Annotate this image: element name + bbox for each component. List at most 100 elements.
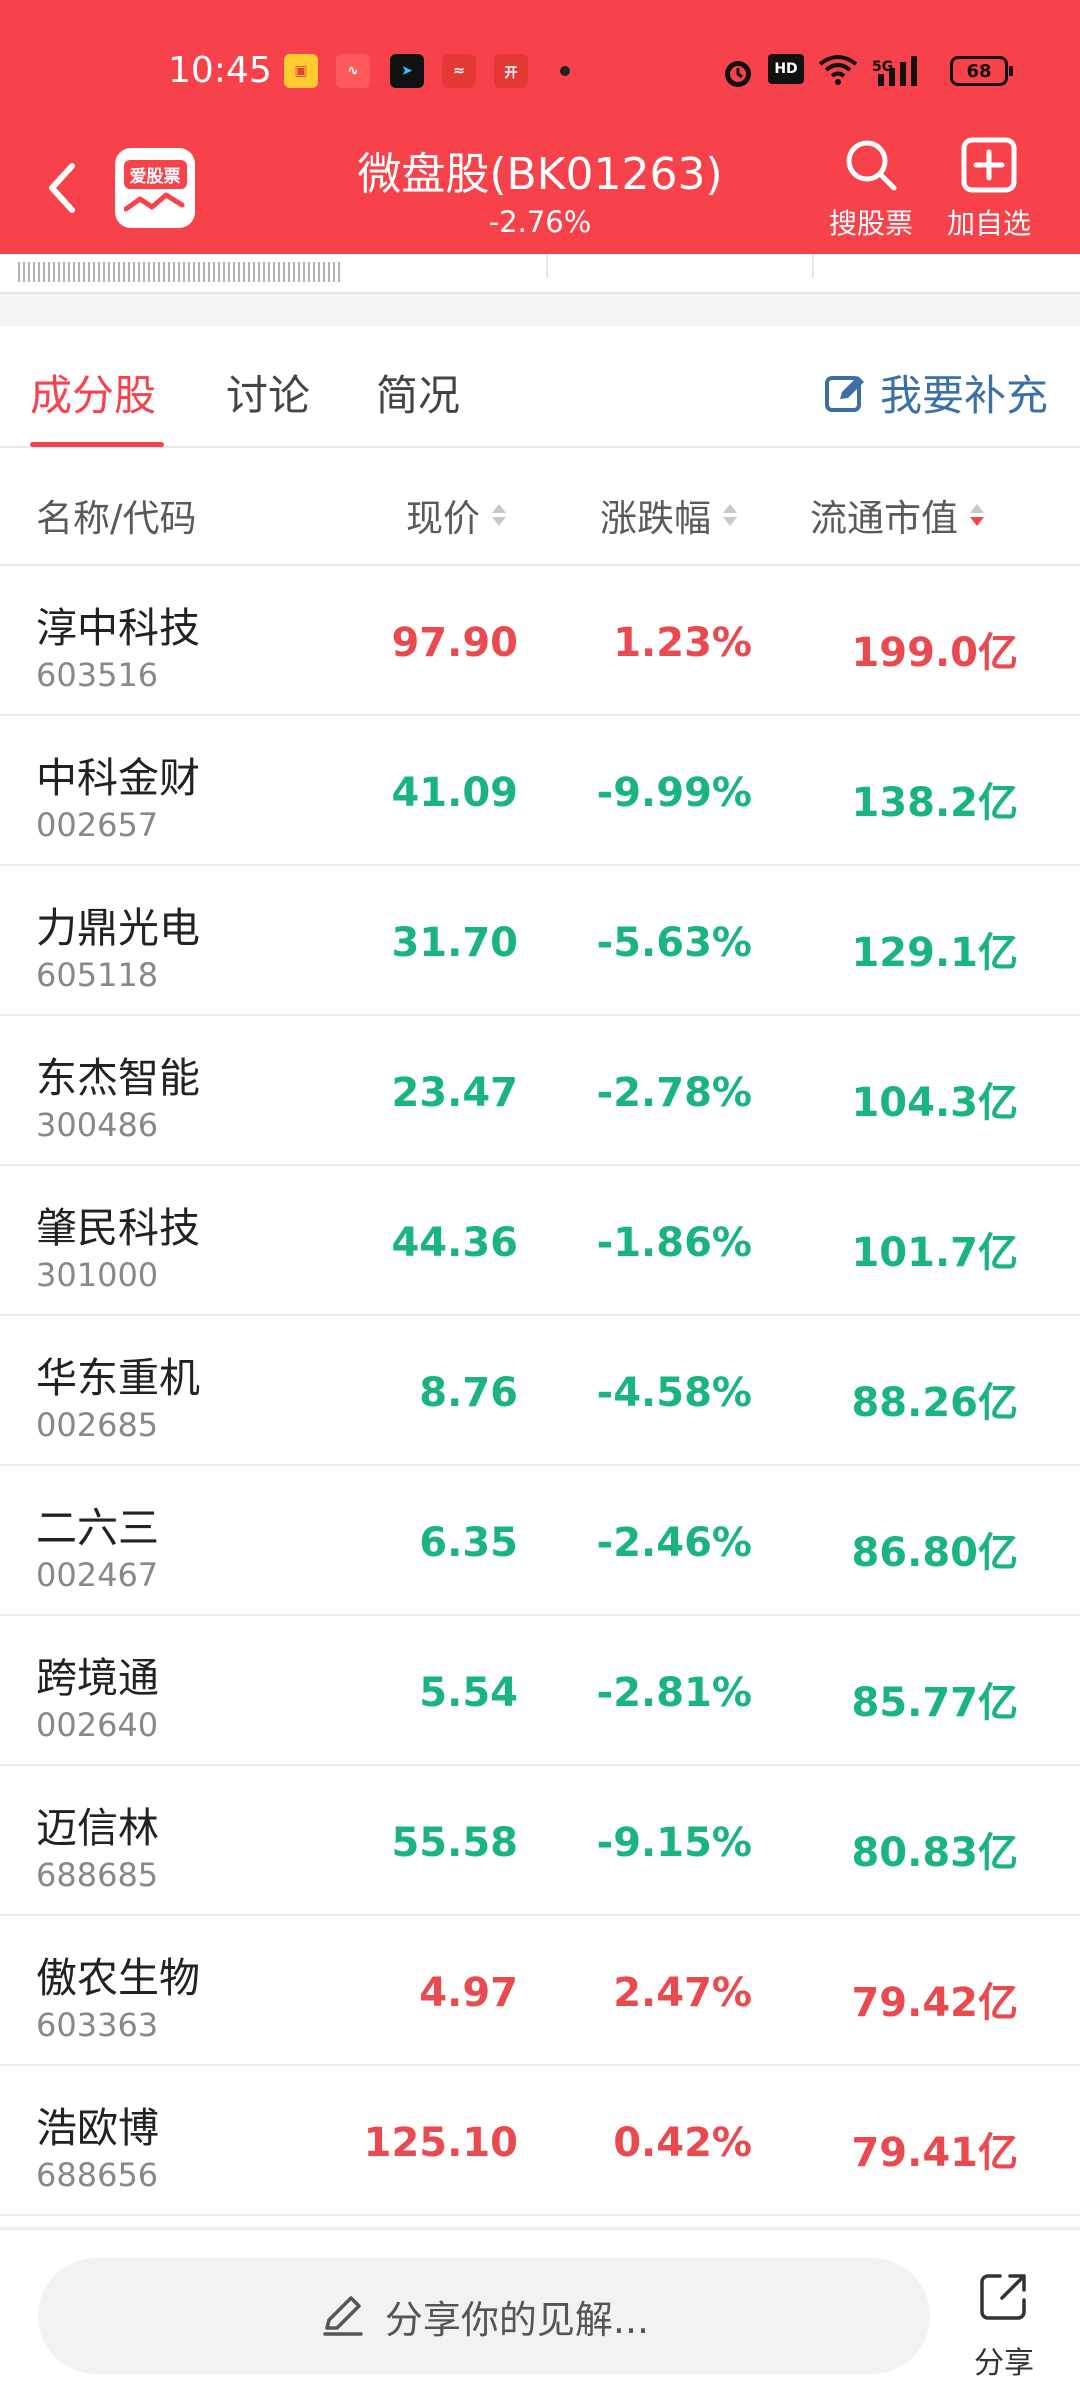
stock-market-cap: 80.83亿 (851, 1830, 1018, 1876)
stock-market-cap: 79.42亿 (851, 1980, 1018, 2026)
trend-line-icon (124, 192, 185, 212)
stock-change: -5.63% (596, 920, 752, 966)
invest-app-icon: ➤ (390, 54, 424, 88)
stock-change: 1.23% (613, 620, 752, 666)
col-name-label: 名称/代码 (36, 497, 197, 540)
edit-icon (824, 375, 864, 412)
alarm-icon (725, 61, 751, 87)
stock-market-cap: 101.7亿 (851, 1230, 1018, 1276)
stock-market-cap: 88.26亿 (851, 1380, 1018, 1426)
stock-name: 肇民科技 (36, 1204, 200, 1252)
stock-name: 力鼎光电 (36, 904, 200, 952)
stock-code: 002685 (36, 1406, 159, 1444)
comment-input[interactable]: 分享你的见解... (38, 2258, 930, 2374)
table-row[interactable]: 跨境通 002640 5.54 -2.81% 85.77亿 (0, 1616, 1080, 1766)
col-change-label: 涨跌幅 (600, 497, 711, 540)
stock-price: 125.10 (363, 2120, 518, 2166)
sort-price[interactable]: 现价 (406, 488, 506, 542)
hd-icon: HD (768, 54, 804, 84)
table-row[interactable]: 力鼎光电 605118 31.70 -5.63% 129.1亿 (0, 866, 1080, 1016)
tab-constituents[interactable]: 成分股 (30, 362, 156, 423)
stock-change: 0.42% (613, 2120, 752, 2166)
stock-name: 淳中科技 (36, 604, 200, 652)
logo-text: 爱股票 (123, 160, 187, 189)
sort-arrows-icon (723, 504, 737, 526)
table-header: 名称/代码 现价 涨跌幅 流通市值 (0, 448, 1080, 566)
sort-market-cap[interactable]: 流通市值 (810, 488, 984, 542)
status-bar: 10:45 ▣ ∿ ➤ ≈ 开 HD 5G 68 (0, 0, 1080, 140)
stock-change: -9.99% (596, 770, 752, 816)
stock-name: 迈信林 (36, 1804, 159, 1852)
add-watchlist-button[interactable]: 加自选 (924, 136, 1054, 242)
app-logo: 爱股票 (115, 148, 195, 228)
header-bar: 10:45 ▣ ∿ ➤ ≈ 开 HD 5G 68 爱股票 微盘股(BK01263… (0, 0, 1080, 254)
stock-name: 中科金财 (36, 754, 200, 802)
col-cap-label: 流通市值 (810, 497, 958, 540)
stock-name: 东杰智能 (36, 1054, 200, 1102)
table-row[interactable]: 肇民科技 301000 44.36 -1.86% 101.7亿 (0, 1166, 1080, 1316)
sort-arrows-active-icon (970, 504, 984, 526)
pen-icon (323, 2296, 363, 2336)
stock-change: -9.15% (596, 1820, 752, 1866)
tab-discussion[interactable]: 讨论 (226, 362, 310, 423)
stock-code: 605118 (36, 956, 159, 994)
stock-name: 傲农生物 (36, 1954, 200, 2002)
table-row[interactable]: 二六三 002467 6.35 -2.46% 86.80亿 (0, 1466, 1080, 1616)
mini-chart-strip (0, 254, 1080, 294)
stock-change: -1.86% (596, 1220, 752, 1266)
market-app-icon: ∿ (336, 54, 370, 88)
col-price-label: 现价 (406, 497, 480, 540)
tab-bar: 成分股 讨论 简况 我要补充 (0, 326, 1080, 448)
stock-market-cap: 85.77亿 (851, 1680, 1018, 1726)
share-label: 分享 (974, 2346, 1034, 2381)
back-arrow-icon[interactable] (42, 160, 82, 216)
search-icon (846, 140, 897, 191)
notification-dot (560, 66, 570, 76)
stock-price: 8.76 (419, 1370, 518, 1416)
stock-code: 603363 (36, 2006, 159, 2044)
tab-overview[interactable]: 简况 (376, 362, 460, 423)
index-change: -2.76% (488, 205, 592, 239)
search-stock-button[interactable]: 搜股票 (806, 136, 936, 242)
stock-code: 002657 (36, 806, 159, 844)
stock-market-cap: 79.41亿 (851, 2130, 1018, 2176)
table-row[interactable]: 华东重机 002685 8.76 -4.58% 88.26亿 (0, 1316, 1080, 1466)
stock-app-icon: ≈ (442, 54, 476, 88)
stock-change: -2.78% (596, 1070, 752, 1116)
table-row[interactable]: 淳中科技 603516 97.90 1.23% 199.0亿 (0, 566, 1080, 716)
stock-price: 4.97 (419, 1970, 518, 2016)
constituents-panel: 成分股 讨论 简况 我要补充 名称/代码 现价 涨跌幅 流通市值 淳中科技 603… (0, 326, 1080, 2226)
stock-price: 97.90 (391, 620, 518, 666)
bottom-bar: 分享你的见解... 分享 (0, 2228, 1080, 2400)
stock-price: 23.47 (391, 1070, 518, 1116)
table-row[interactable]: 傲农生物 603363 4.97 2.47% 79.42亿 (0, 1916, 1080, 2066)
stock-code: 301000 (36, 1256, 159, 1294)
stock-change: -2.46% (596, 1520, 752, 1566)
share-icon[interactable] (978, 2270, 1030, 2322)
chart-divider (812, 254, 814, 278)
status-time: 10:45 (168, 50, 272, 91)
active-tab-indicator (30, 442, 164, 447)
sort-change[interactable]: 涨跌幅 (600, 488, 737, 542)
contribute-button[interactable]: 我要补充 (824, 362, 1048, 423)
stock-price: 44.36 (391, 1220, 518, 1266)
battery-indicator: 68 (950, 56, 1013, 86)
table-row[interactable]: 浩欧博 688656 125.10 0.42% 79.41亿 (0, 2066, 1080, 2216)
stock-code: 688656 (36, 2156, 159, 2194)
volume-bars (18, 262, 342, 282)
col-name-code: 名称/代码 (36, 488, 196, 542)
table-row[interactable]: 东杰智能 300486 23.47 -2.78% 104.3亿 (0, 1016, 1080, 1166)
stock-price: 6.35 (419, 1520, 518, 1566)
stock-price: 31.70 (391, 920, 518, 966)
stock-market-cap: 129.1亿 (851, 930, 1018, 976)
stock-name: 跨境通 (36, 1654, 159, 1702)
stock-price: 55.58 (391, 1820, 518, 1866)
stock-name: 华东重机 (36, 1354, 200, 1402)
stock-market-cap: 104.3亿 (851, 1080, 1018, 1126)
stock-change: -4.58% (596, 1370, 752, 1416)
table-row[interactable]: 中科金财 002657 41.09 -9.99% 138.2亿 (0, 716, 1080, 866)
stock-market-cap: 138.2亿 (851, 780, 1018, 826)
search-stock-label: 搜股票 (828, 207, 913, 240)
table-row[interactable]: 迈信林 688685 55.58 -9.15% 80.83亿 (0, 1766, 1080, 1916)
stock-name: 浩欧博 (36, 2104, 159, 2152)
